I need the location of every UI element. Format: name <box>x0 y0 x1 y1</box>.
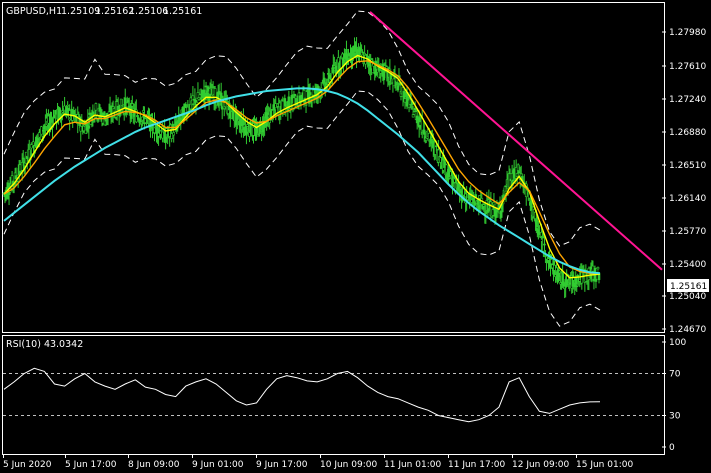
candle-body <box>304 104 308 106</box>
candle-body <box>473 202 477 206</box>
rsi-line <box>3 367 601 423</box>
time-label: 9 Jun 01:00 <box>192 460 244 470</box>
candle-body <box>206 86 210 92</box>
time-label: 11 Jun 17:00 <box>448 460 505 470</box>
candle-body <box>459 187 462 189</box>
candle-body <box>293 93 297 97</box>
candle-body <box>170 133 173 139</box>
candle-body <box>596 267 600 270</box>
lower-envelope <box>3 90 601 327</box>
candle-body <box>245 127 248 136</box>
candle-body <box>458 189 461 194</box>
candle-body <box>452 181 455 184</box>
candle-body <box>435 145 438 148</box>
current-price-label: 1.25161 <box>670 282 707 292</box>
candle-body <box>543 243 546 246</box>
time-label: 10 Jun 09:00 <box>320 460 377 470</box>
rsi-level-label: 100 <box>669 338 686 348</box>
time-label: 8 Jun 09:00 <box>128 460 180 470</box>
price-label: 1.27980 <box>669 28 706 38</box>
candle-body <box>125 102 129 108</box>
candle-body <box>204 85 208 88</box>
time-label: 5 Jun 17:00 <box>65 460 117 470</box>
candle-body <box>538 232 541 234</box>
candle-body <box>492 202 496 206</box>
candle-body <box>289 106 293 109</box>
rsi-levels: 100 70 30 0 <box>3 338 686 453</box>
moving-averages <box>3 54 601 279</box>
envelope-bands <box>3 10 601 327</box>
candle-body <box>484 211 488 215</box>
candle-body <box>158 129 161 132</box>
rsi-level-label: 70 <box>669 370 681 380</box>
rsi-level-label: 0 <box>669 443 675 453</box>
candle-body <box>403 98 407 103</box>
candle-body <box>439 157 442 163</box>
candle-body <box>70 108 73 115</box>
time-axis: 5 Jun 2020 5 Jun 17:00 8 Jun 09:00 9 Jun 01… <box>3 454 633 470</box>
rsi-title: RSI(10) 43.0342 <box>6 339 83 350</box>
candle-body <box>79 126 83 132</box>
price-label: 1.27240 <box>669 95 706 105</box>
candle-body <box>448 177 451 179</box>
candle-body <box>213 88 217 102</box>
price-label: 1.27610 <box>669 62 706 72</box>
candle-body <box>594 278 598 282</box>
price-label: 1.25040 <box>669 292 706 302</box>
chart-symbol: GBPUSD,H1 <box>6 6 62 17</box>
indicator-frame <box>2 335 665 455</box>
price-label: 1.25770 <box>669 227 706 237</box>
rsi-level-label: 30 <box>669 412 681 422</box>
candle-body <box>511 179 515 182</box>
candle-body <box>558 270 561 274</box>
price-label: 1.25400 <box>669 260 706 270</box>
candle-body <box>87 125 91 129</box>
candle-body <box>591 265 595 272</box>
candle-body <box>270 109 273 111</box>
candle-body <box>362 62 365 64</box>
price-label: 1.26880 <box>669 128 706 138</box>
time-label: 9 Jun 17:00 <box>256 460 308 470</box>
price-label: 1.26510 <box>669 161 706 171</box>
candle-body <box>308 92 312 96</box>
candle-body <box>172 132 176 136</box>
candle-body <box>193 97 197 100</box>
candle-body <box>310 97 314 100</box>
trading-chart[interactable]: GBPUSD,H1 1.25109 1.25162 1.25106 1.2516… <box>0 0 711 473</box>
candle-body <box>411 114 415 118</box>
candle-body <box>575 285 579 288</box>
time-label: 15 Jun 01:00 <box>576 460 633 470</box>
price-label: 1.24670 <box>669 325 706 335</box>
candle-body <box>66 104 69 107</box>
time-label: 11 Jun 01:00 <box>384 460 441 470</box>
candle-body <box>94 103 98 111</box>
candle-body <box>576 274 580 277</box>
time-label: 5 Jun 2020 <box>3 460 52 470</box>
candle-body <box>311 89 315 96</box>
current-price-marker: 1.25161 <box>667 279 709 292</box>
candle-body <box>322 77 326 84</box>
time-label: 12 Jun 09:00 <box>512 460 569 470</box>
price-label: 1.26140 <box>669 194 706 204</box>
candle-body <box>550 259 553 265</box>
candle-body <box>29 144 33 149</box>
candle-body <box>361 51 364 54</box>
trendline[interactable] <box>369 11 663 271</box>
candlestick-series <box>2 37 601 299</box>
candle-body <box>228 111 232 119</box>
close-price: 1.25161 <box>163 6 202 17</box>
